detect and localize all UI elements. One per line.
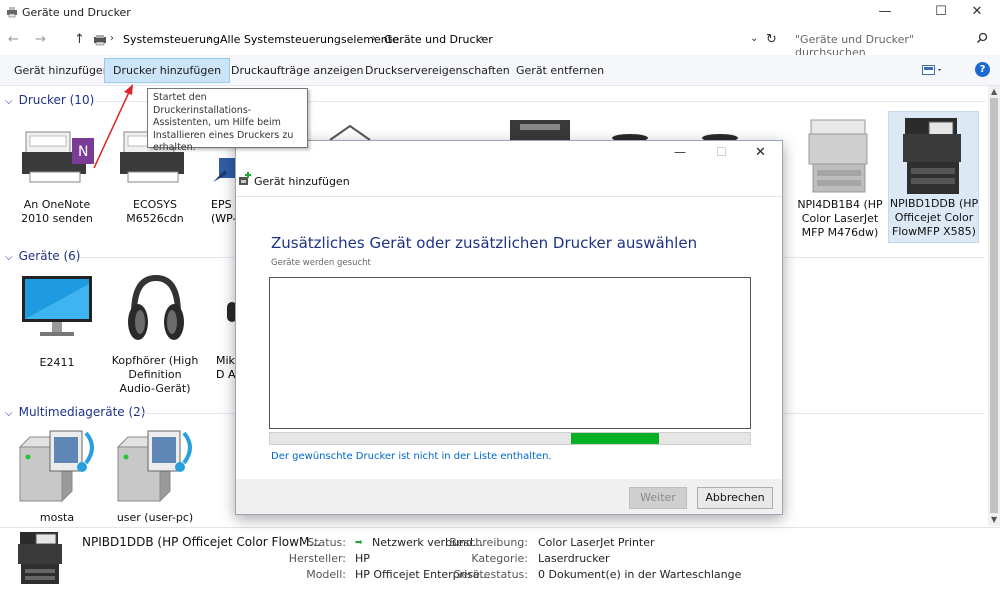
breadcrumb-systemsteuerung[interactable]: Systemsteuerung [123, 33, 220, 46]
dialog-maximize-button[interactable]: ☐ [716, 145, 727, 159]
dialog-close-button[interactable]: ✕ [755, 145, 766, 160]
group-printers-header[interactable]: ⌵ Drucker (10) [5, 93, 94, 107]
annotation-arrow [93, 84, 133, 169]
chevron-down-icon[interactable]: ⌵ [5, 408, 13, 419]
printer-not-listed-link[interactable]: Der gewünschte Drucker ist nicht in der … [271, 451, 552, 462]
control-panel-icon [93, 34, 107, 49]
minimize-button[interactable]: — [862, 0, 908, 26]
dialog-status-text: Geräte werden gesucht [271, 258, 371, 268]
next-button[interactable]: Weiter [629, 487, 687, 509]
category-label: Kategorie: [471, 552, 528, 565]
back-arrow-icon[interactable]: ← [8, 32, 19, 47]
scroll-down-icon[interactable]: ▼ [991, 515, 997, 524]
printer-onenote-label: An OneNote 2010 senden [21, 198, 93, 225]
divider [236, 196, 782, 197]
breadcrumb-separator: › [110, 33, 114, 44]
status-label: Status: [307, 536, 346, 549]
breadcrumb-separator[interactable]: › [480, 33, 484, 44]
add-printer-tooltip: Startet den Druckerinstallations-Assiste… [147, 88, 308, 153]
multifunction-printer-icon [808, 119, 868, 193]
chevron-down-icon[interactable]: ⌄ [750, 33, 758, 44]
group-printers-title: Drucker (10) [18, 93, 95, 107]
scrollbar-thumb[interactable] [990, 98, 998, 513]
description-label: Beschreibung: [449, 536, 528, 549]
printer-npibd1ddb-selected[interactable]: NPIBD1DDB (HP Officejet Color FlowMFP X5… [888, 111, 979, 243]
device-e2411[interactable]: E2411 [10, 270, 105, 380]
device-results-list[interactable] [269, 277, 751, 429]
media-mosta-label: mosta [39, 511, 75, 524]
monitor-icon [22, 276, 92, 336]
device-microphone[interactable]: Mikr D Au [205, 270, 237, 400]
media-server-icon [116, 430, 192, 503]
chevron-down-icon[interactable]: ⌵ [5, 96, 13, 107]
dialog-heading: Zusätzliches Gerät oder zusätzlichen Dru… [271, 234, 698, 252]
device-status-label: Gerätestatus: [452, 568, 528, 581]
headphones-icon [128, 274, 184, 340]
manufacturer-label: Hersteller: [288, 552, 346, 565]
view-options-icon[interactable] [922, 64, 944, 79]
multifunction-printer-icon [903, 118, 961, 194]
hidden-printers-strip [329, 120, 738, 142]
search-progress-bar [269, 432, 751, 445]
media-mosta[interactable]: mosta [10, 425, 105, 525]
up-arrow-icon[interactable]: ↑ [74, 32, 85, 47]
device-status-value: 0 Dokument(e) in der Warteschlange [538, 568, 742, 581]
title-bar: Geräte und Drucker — ☐ ✕ [0, 0, 1000, 26]
printer-npibd1ddb-label: NPIBD1DDB (HP Officejet Color FlowMFP X5… [889, 197, 979, 238]
category-value: Laserdrucker [538, 552, 610, 565]
media-user-pc-label: user (user-pc) [116, 511, 194, 524]
refresh-icon[interactable]: ↻ [766, 32, 777, 47]
window-title: Geräte und Drucker [22, 6, 131, 19]
cancel-button[interactable]: Abbrechen [697, 487, 773, 509]
breadcrumb-devices-printers[interactable]: Geräte und Drucker [384, 33, 493, 46]
network-connected-icon: ➡ [355, 538, 363, 548]
dialog-minimize-button[interactable]: — [674, 145, 686, 159]
add-device-icon [238, 171, 252, 190]
forward-arrow-icon[interactable]: → [35, 32, 46, 47]
search-progress-indicator [571, 433, 659, 444]
search-input[interactable]: "Geräte und Drucker" durchsuchen [787, 29, 992, 59]
remove-device-button[interactable]: Gerät entfernen [507, 58, 613, 83]
close-button[interactable]: ✕ [954, 0, 1000, 26]
breadcrumb-separator: › [208, 33, 212, 44]
printer-npi4db1b4[interactable]: NPI4DB1B4 (HP Color LaserJet MFP M476dw) [795, 112, 885, 242]
search-icon[interactable] [976, 32, 988, 47]
manufacturer-value: HP [355, 552, 370, 565]
print-jobs-button[interactable]: Druckaufträge anzeigen [222, 58, 372, 83]
print-server-properties-button[interactable]: Druckservereigenschaften [356, 58, 519, 83]
description-value: Color LaserJet Printer [538, 536, 655, 549]
device-headphones-label: Kopfhörer (High Definition Audio-Gerät) [111, 354, 199, 395]
dialog-title: Gerät hinzufügen [254, 175, 350, 188]
chevron-down-icon[interactable]: ⌵ [5, 252, 13, 263]
breadcrumb-separator: › [372, 33, 376, 44]
model-label: Modell: [306, 568, 346, 581]
add-printer-button[interactable]: Drucker hinzufügen [104, 58, 231, 83]
device-e2411-label: E2411 [39, 356, 75, 369]
add-device-button[interactable]: Gerät hinzufügen [5, 58, 119, 83]
devices-and-printers-window: Geräte und Drucker — ☐ ✕ ← → ↑ › Systems… [0, 0, 1000, 590]
add-device-dialog: — ☐ ✕ Gerät hinzufügen Zusätzliches Gerä… [235, 140, 783, 515]
group-multimedia-header[interactable]: ⌵ Multimediageräte (2) [5, 405, 146, 419]
printer-npi4db1b4-label: NPI4DB1B4 (HP Color LaserJet MFP M476dw) [797, 198, 883, 239]
device-headphones[interactable]: Kopfhörer (High Definition Audio-Gerät) [108, 270, 203, 400]
svg-text:N: N [78, 144, 88, 160]
media-user-pc[interactable]: user (user-pc) [108, 425, 203, 525]
printer-app-icon [6, 6, 18, 21]
help-button[interactable]: ? [975, 62, 990, 77]
group-devices-title: Geräte (6) [18, 249, 81, 263]
device-microphone-label: Mikr D Au [216, 354, 237, 381]
selected-printer-icon [18, 532, 62, 584]
media-server-icon [18, 430, 94, 503]
group-devices-header[interactable]: ⌵ Geräte (6) [5, 249, 80, 263]
group-multimedia-title: Multimediageräte (2) [18, 405, 146, 419]
printer-icon: N [22, 131, 94, 183]
printer-ecosys-label: ECOSYS M6526cdn [126, 198, 184, 225]
scroll-up-icon[interactable]: ▲ [991, 87, 997, 96]
